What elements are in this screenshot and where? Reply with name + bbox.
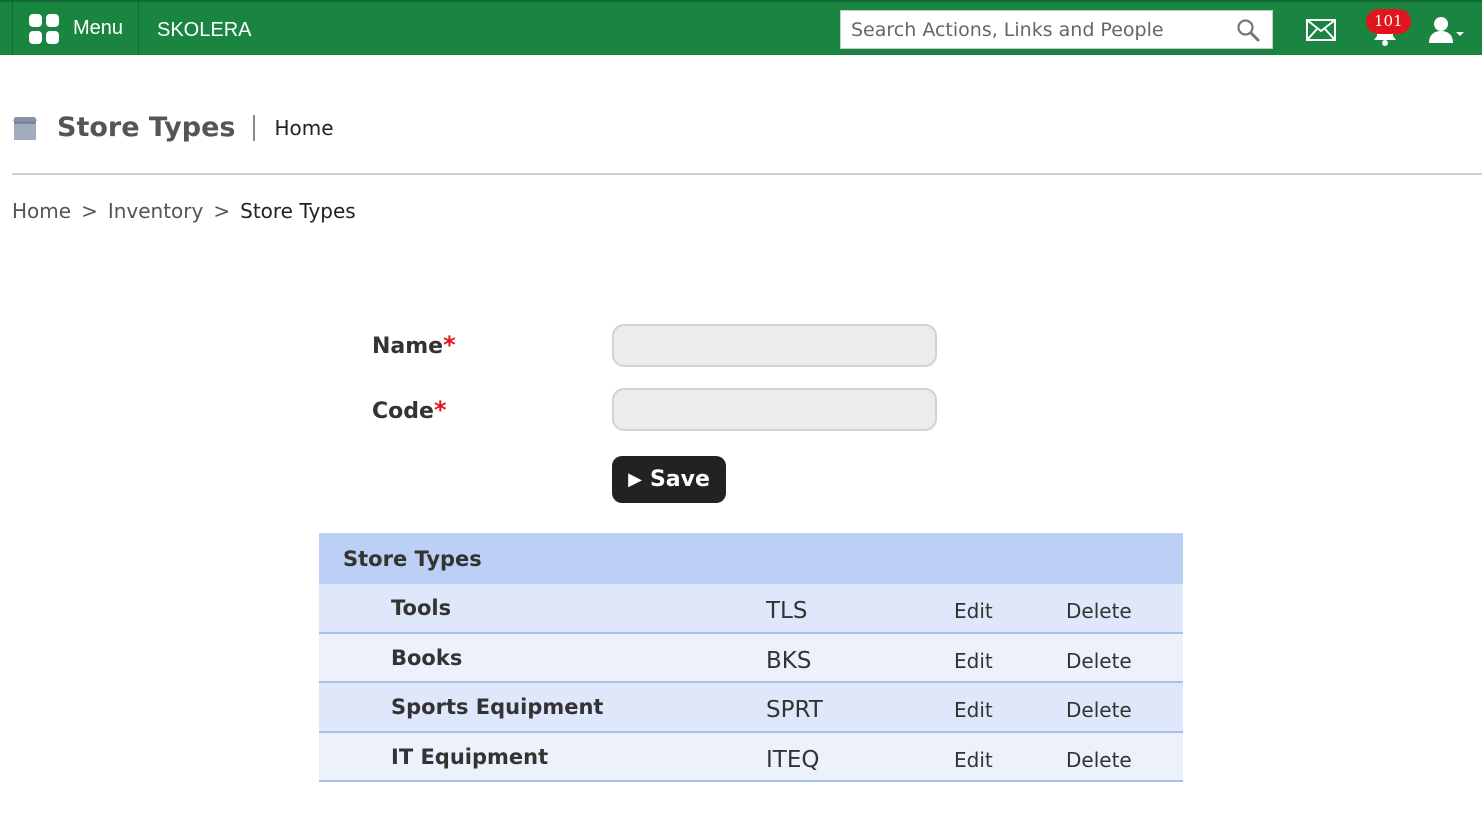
breadcrumb-home[interactable]: Home: [12, 199, 71, 223]
top-navbar: Menu SKOLERA 101: [0, 0, 1482, 55]
delete-link[interactable]: Delete: [1066, 649, 1132, 673]
user-icon[interactable]: [1428, 16, 1468, 44]
table-row: Sports Equipment SPRT Edit Delete: [319, 683, 1183, 733]
search-box: [840, 10, 1273, 49]
code-field[interactable]: [612, 388, 937, 431]
edit-link[interactable]: Edit: [954, 698, 993, 722]
header-separator: [253, 114, 256, 141]
grid-icon: [29, 13, 59, 44]
delete-link[interactable]: Delete: [1066, 698, 1132, 722]
breadcrumb-current: Store Types: [240, 199, 356, 223]
name-label: Name*: [372, 331, 456, 359]
search-input[interactable]: [841, 11, 1231, 48]
store-types-table: Store Types Tools TLS Edit Delete Books …: [319, 533, 1183, 782]
code-label-text: Code: [372, 399, 434, 424]
breadcrumb-inventory[interactable]: Inventory: [108, 199, 204, 223]
page-header: Store Types Home: [12, 112, 334, 143]
delete-link[interactable]: Delete: [1066, 599, 1132, 623]
row-code: TLS: [766, 598, 808, 624]
code-label: Code*: [372, 396, 447, 424]
name-field[interactable]: [612, 324, 937, 367]
store-icon: [13, 117, 37, 140]
breadcrumb: Home > Inventory > Store Types: [12, 199, 356, 223]
save-button[interactable]: ▶ Save: [612, 456, 726, 503]
breadcrumb-separator: >: [81, 199, 98, 223]
breadcrumb-separator: >: [213, 199, 231, 223]
brand-link[interactable]: SKOLERA: [157, 19, 251, 42]
delete-link[interactable]: Delete: [1066, 748, 1132, 772]
row-name: Tools: [391, 596, 452, 620]
row-name: IT Equipment: [391, 744, 549, 769]
notification-badge: 101: [1366, 9, 1411, 34]
table-title: Store Types: [343, 546, 482, 571]
menu-label: Menu: [73, 17, 124, 39]
required-mark: *: [443, 331, 456, 359]
edit-link[interactable]: Edit: [954, 748, 993, 772]
header-divider: [12, 173, 1482, 175]
play-icon: ▶: [628, 469, 642, 490]
row-code: BKS: [766, 647, 812, 674]
table-row: Books BKS Edit Delete: [319, 633, 1183, 683]
mail-icon[interactable]: [1306, 19, 1336, 41]
notifications-button[interactable]: 101: [1366, 8, 1416, 48]
row-code: SPRT: [766, 697, 823, 723]
page-title: Store Types: [57, 112, 236, 143]
required-mark: *: [433, 396, 447, 424]
row-name: Sports Equipment: [391, 695, 604, 719]
menu-button[interactable]: Menu: [12, 2, 139, 55]
row-code: ITEQ: [766, 746, 820, 773]
header-home-link[interactable]: Home: [274, 116, 333, 140]
save-label: Save: [649, 467, 710, 492]
search-icon[interactable]: [1236, 18, 1260, 42]
table-row: IT Equipment ITEQ Edit Delete: [319, 732, 1183, 782]
row-name: Books: [391, 645, 463, 670]
name-label-text: Name: [372, 334, 444, 359]
edit-link[interactable]: Edit: [954, 649, 993, 673]
table-row: Tools TLS Edit Delete: [319, 584, 1183, 634]
table-header: Store Types: [319, 533, 1183, 584]
edit-link[interactable]: Edit: [954, 599, 993, 623]
